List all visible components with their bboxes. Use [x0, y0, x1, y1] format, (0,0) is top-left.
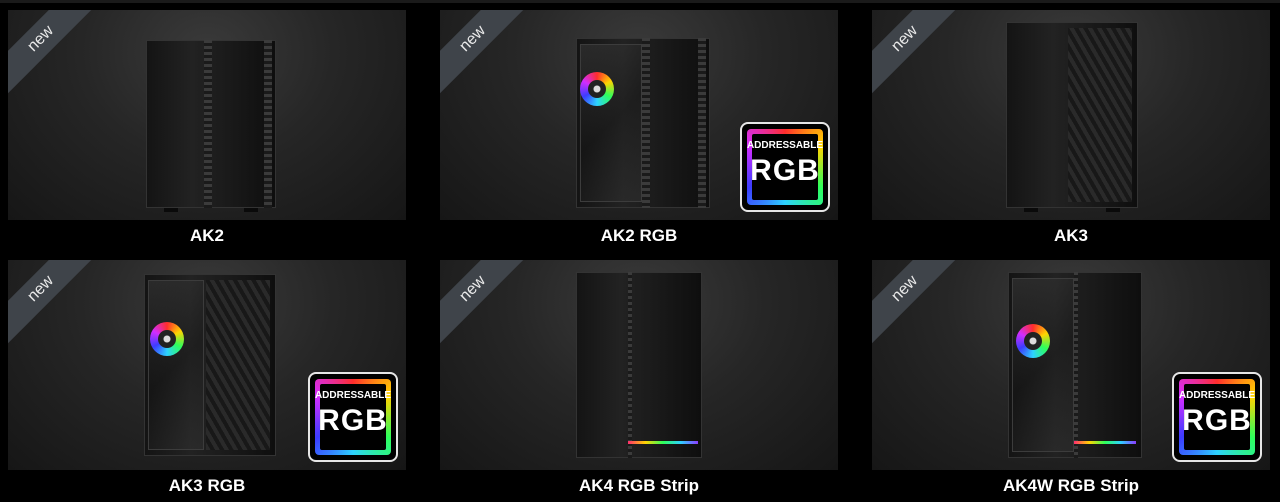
new-ribbon: new — [8, 10, 105, 103]
product-name[interactable]: AK4W RGB Strip — [872, 472, 1270, 500]
case-image — [576, 272, 702, 458]
product-card-ak3[interactable]: new AK3 — [872, 10, 1270, 250]
product-name[interactable]: AK4 RGB Strip — [440, 472, 838, 500]
new-ribbon: new — [872, 260, 969, 353]
rgb-fan-icon — [150, 322, 184, 356]
product-name[interactable]: AK3 — [872, 222, 1270, 250]
case-image — [1008, 272, 1142, 458]
addressable-rgb-badge: ADDRESSABLE RGB — [740, 122, 830, 212]
addressable-rgb-badge: ADDRESSABLE RGB — [308, 372, 398, 462]
product-card-ak2-rgb[interactable]: ADDRESSABLE RGB new AK2 RGB — [440, 10, 838, 250]
product-name[interactable]: AK2 — [8, 222, 406, 250]
case-image — [146, 40, 276, 212]
product-image-ak3[interactable]: new — [872, 10, 1270, 220]
product-name[interactable]: AK3 RGB — [8, 472, 406, 500]
product-card-ak2[interactable]: new AK2 — [8, 10, 406, 250]
new-ribbon: new — [872, 10, 969, 103]
product-image-ak4w-rgb-strip[interactable]: ADDRESSABLE RGB new — [872, 260, 1270, 470]
product-card-ak3-rgb[interactable]: ADDRESSABLE RGB new AK3 RGB — [8, 260, 406, 500]
product-name[interactable]: AK2 RGB — [440, 222, 838, 250]
case-image — [1006, 22, 1138, 212]
product-image-ak4-rgb-strip[interactable]: new — [440, 260, 838, 470]
new-ribbon: new — [440, 10, 537, 103]
rgb-fan-icon — [580, 72, 614, 106]
top-divider — [0, 0, 1280, 3]
case-image — [144, 274, 276, 456]
product-card-ak4-rgb-strip[interactable]: new AK4 RGB Strip — [440, 260, 838, 500]
rgb-strip — [628, 441, 698, 444]
product-image-ak2[interactable]: new — [8, 10, 406, 220]
product-card-ak4w-rgb-strip[interactable]: ADDRESSABLE RGB new AK4W RGB Strip — [872, 260, 1270, 500]
new-ribbon: new — [8, 260, 105, 353]
new-ribbon: new — [440, 260, 537, 353]
product-image-ak2-rgb[interactable]: ADDRESSABLE RGB new — [440, 10, 838, 220]
case-image — [576, 38, 710, 208]
rgb-fan-icon — [1016, 324, 1050, 358]
rgb-strip — [1074, 441, 1136, 444]
product-image-ak3-rgb[interactable]: ADDRESSABLE RGB new — [8, 260, 406, 470]
addressable-rgb-badge: ADDRESSABLE RGB — [1172, 372, 1262, 462]
